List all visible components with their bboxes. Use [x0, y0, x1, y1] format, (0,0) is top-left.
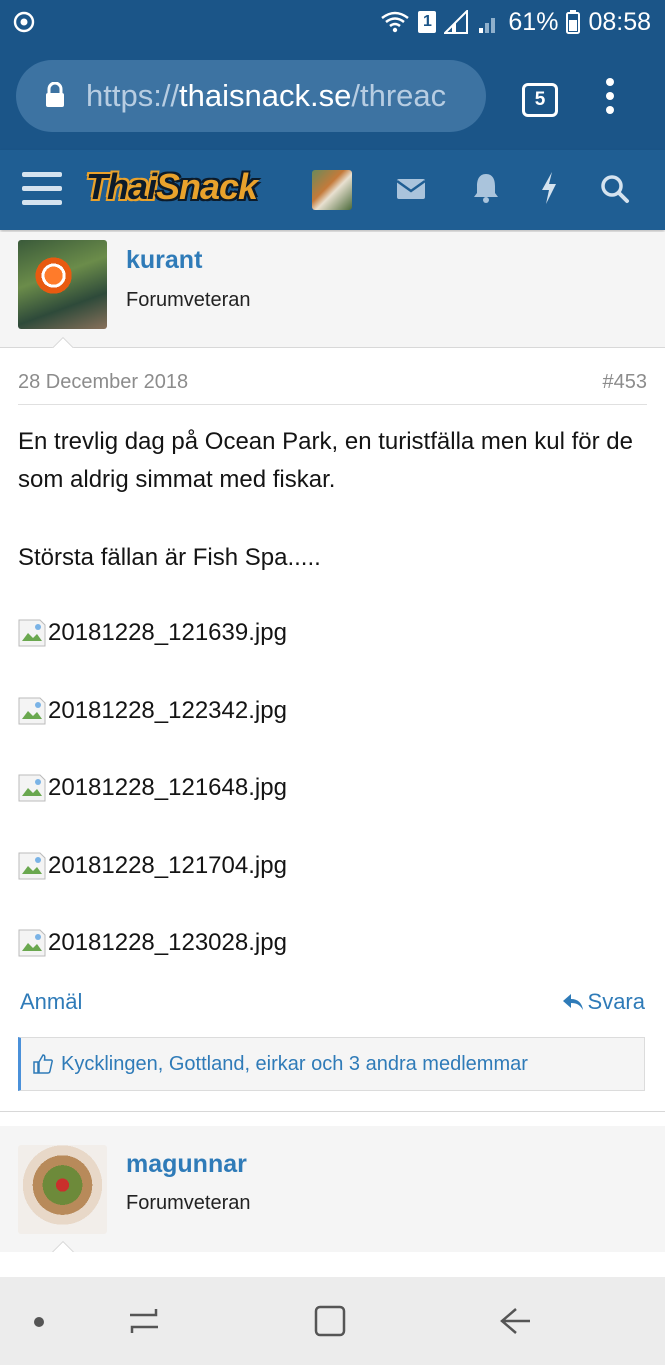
url-scheme: https:// — [86, 78, 180, 113]
post-date[interactable]: 28 December 2018 — [18, 371, 188, 394]
username[interactable]: magunnar — [126, 1150, 247, 1179]
envelope-icon[interactable] — [396, 178, 426, 200]
post-meta: 28 December 2018 #453 — [18, 371, 647, 405]
user-avatar[interactable] — [312, 170, 352, 210]
url-field[interactable]: https://thaisnack.se/threac — [16, 60, 486, 132]
reply-label: Svara — [587, 989, 645, 1014]
logo-text-2: Snack — [156, 166, 258, 207]
image-filename: 20181228_122342.jpg — [48, 697, 287, 724]
forum-navbar: ThaiSnack — [0, 150, 665, 230]
site-logo[interactable]: ThaiSnack — [86, 166, 258, 208]
system-navigation-bar — [0, 1277, 665, 1365]
wifi-icon — [381, 11, 410, 33]
image-attachment[interactable]: 20181228_121648.jpg — [18, 774, 287, 802]
battery-percent: 61% — [508, 7, 559, 36]
broken-image-icon — [18, 852, 46, 880]
dot-icon[interactable] — [32, 1315, 46, 1329]
post-text: En trevlig dag på Ocean Park, en turistf… — [18, 428, 633, 493]
lightning-icon[interactable] — [540, 172, 558, 204]
post-separator — [0, 1111, 665, 1126]
speech-arrow — [50, 335, 76, 348]
post-body: 28 December 2018 #453 En trevlig dag på … — [0, 349, 665, 1111]
more-options-icon[interactable] — [604, 78, 616, 118]
avatar[interactable] — [18, 1145, 107, 1234]
tab-switcher-button[interactable]: 5 — [522, 83, 558, 117]
sim-badge: 1 — [418, 11, 437, 33]
url-text: https://thaisnack.se/threac — [86, 78, 446, 114]
broken-image-icon — [18, 774, 46, 802]
sync-icon — [13, 11, 35, 33]
broken-image-icon — [18, 619, 46, 647]
report-link[interactable]: Anmäl — [20, 989, 82, 1015]
browser-toolbar: https://thaisnack.se/threac 5 — [0, 45, 665, 150]
broken-image-icon — [18, 929, 46, 957]
status-bar: 1 61% 08:58 — [0, 0, 665, 45]
image-attachment[interactable]: 20181228_121639.jpg — [18, 619, 287, 647]
image-attachment[interactable]: 20181228_123028.jpg — [18, 929, 287, 957]
signal-icon — [444, 10, 469, 34]
post-author-block: kurant Forumveteran — [0, 232, 665, 348]
bell-icon[interactable] — [472, 172, 500, 204]
image-attachment[interactable]: 20181228_122342.jpg — [18, 697, 287, 725]
avatar[interactable] — [18, 240, 107, 329]
url-path: /threac — [351, 78, 447, 113]
image-filename: 20181228_123028.jpg — [48, 929, 287, 956]
likes-text: Kycklingen, Gottland, eirkar och 3 andra… — [61, 1052, 528, 1075]
user-title: Forumveteran — [126, 1192, 251, 1214]
post-text: Största fällan är Fish Spa..... — [18, 544, 321, 571]
back-icon[interactable] — [498, 1305, 534, 1337]
username[interactable]: kurant — [126, 246, 202, 275]
speech-arrow — [50, 1239, 76, 1252]
signal-icon-2 — [479, 18, 496, 33]
search-icon[interactable] — [600, 174, 630, 204]
reply-icon — [562, 994, 583, 1010]
battery-icon — [566, 10, 581, 34]
recent-apps-icon[interactable] — [126, 1305, 162, 1337]
home-icon[interactable] — [312, 1303, 348, 1339]
image-filename: 20181228_121648.jpg — [48, 774, 287, 801]
image-attachment[interactable]: 20181228_121704.jpg — [18, 852, 287, 880]
menu-icon[interactable] — [22, 172, 62, 206]
broken-image-icon — [18, 697, 46, 725]
url-host: thaisnack.se — [179, 78, 352, 113]
next-post-body — [0, 1252, 665, 1277]
likes-summary[interactable]: Kycklingen, Gottland, eirkar och 3 andra… — [18, 1037, 645, 1091]
post-author-block: magunnar Forumveteran — [0, 1126, 665, 1253]
reply-button[interactable]: Svara — [562, 989, 645, 1015]
image-filename: 20181228_121639.jpg — [48, 619, 287, 646]
clock: 08:58 — [588, 7, 651, 36]
post-number[interactable]: #453 — [603, 371, 648, 394]
logo-text-1: Thai — [86, 166, 157, 207]
image-filename: 20181228_121704.jpg — [48, 852, 287, 879]
lock-icon — [46, 82, 64, 107]
user-title: Forumveteran — [126, 289, 251, 311]
thumbs-up-icon — [33, 1054, 53, 1074]
